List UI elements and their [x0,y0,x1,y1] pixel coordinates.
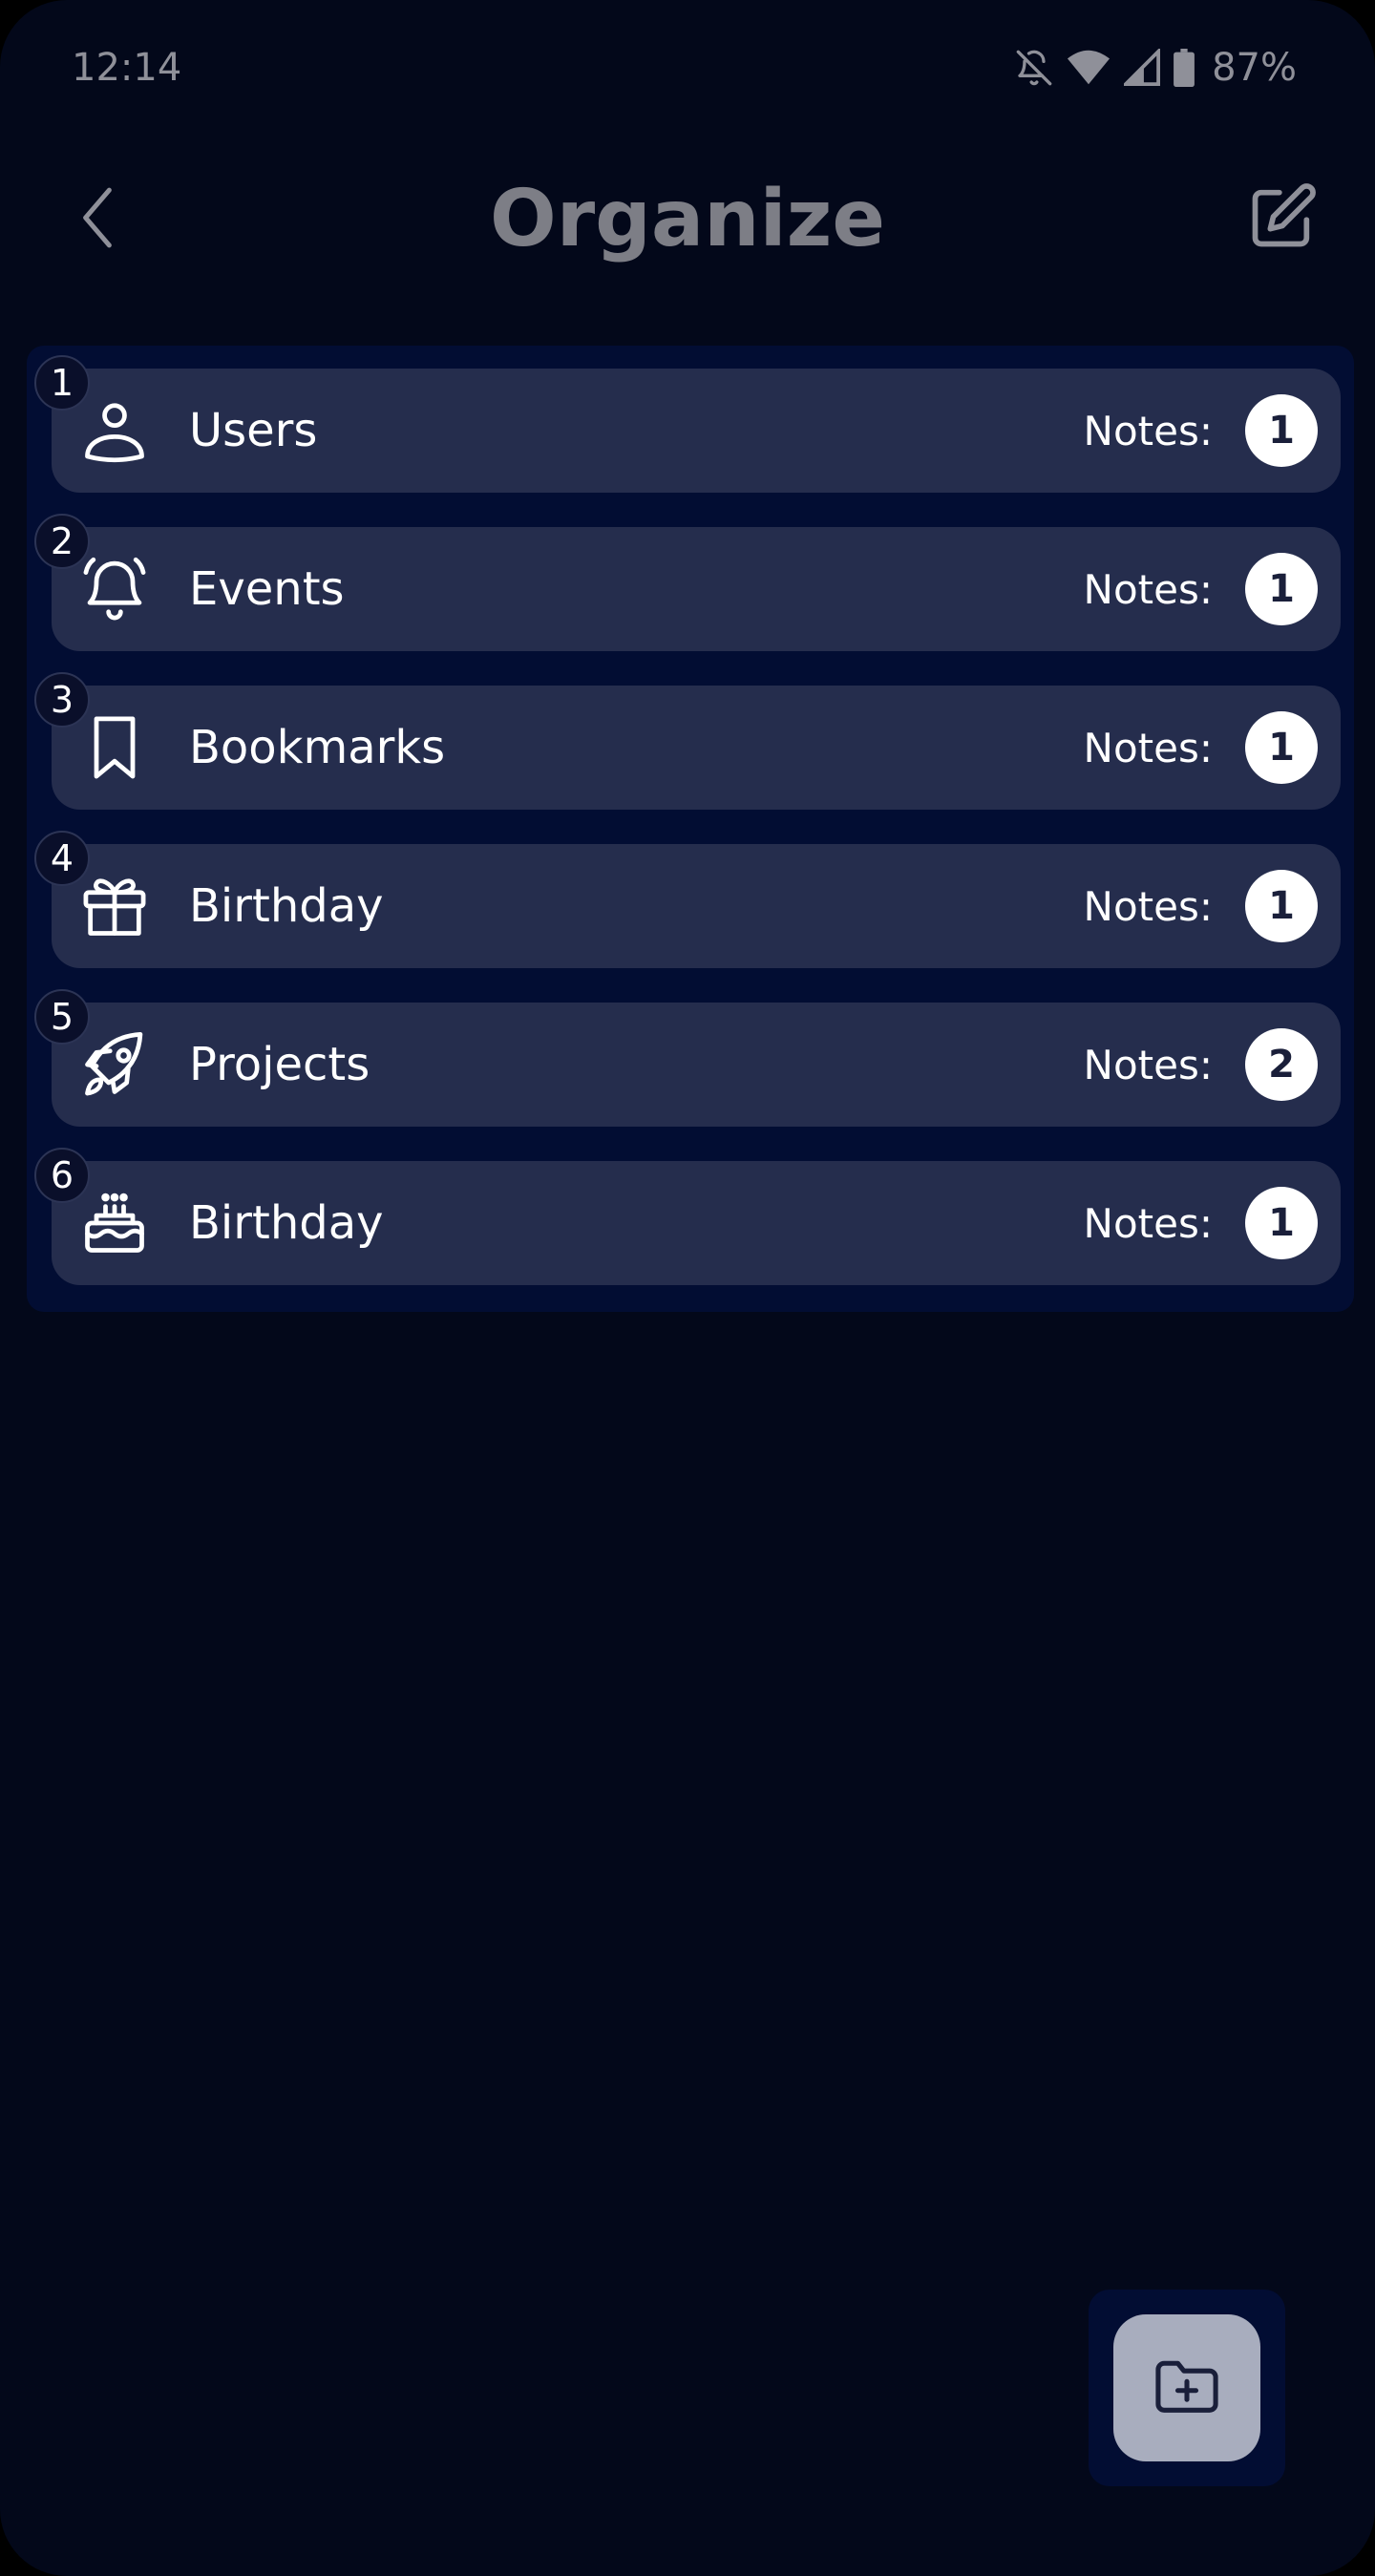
bell-icon [78,553,151,625]
list-item-bookmarks[interactable]: 3 Bookmarks Notes: 1 [34,672,1341,810]
wifi-icon [1067,49,1111,87]
edit-icon [1246,180,1319,258]
status-bar: 12:14 87% [0,0,1375,134]
rocket-icon [78,1028,151,1101]
gift-icon [78,870,151,942]
battery-percent: 87% [1212,46,1297,90]
fab-container [1089,2290,1285,2486]
notes-count-badge: 1 [1245,1187,1318,1259]
notes-count-badge: 1 [1245,394,1318,467]
list-item-birthday-cake[interactable]: 6 Birthday Notes: 1 [34,1148,1341,1285]
user-icon [78,394,151,467]
add-folder-button[interactable] [1113,2314,1260,2461]
category-list: 1 Users Notes: 1 2 Events Notes: 1 3 Boo… [27,346,1354,1312]
list-item-projects[interactable]: 5 Projects Notes: 2 [34,989,1341,1127]
notes-label: Notes: [1083,1041,1213,1088]
bookmark-icon [78,711,151,784]
status-time: 12:14 [72,46,182,90]
notifications-off-icon [1015,49,1053,87]
edit-button[interactable] [1239,176,1325,262]
notes-label: Notes: [1083,882,1213,930]
page-title: Organize [489,174,885,264]
item-label: Bookmarks [189,721,446,774]
item-label: Birthday [189,879,384,933]
signal-icon [1124,49,1161,87]
notes-count-badge: 1 [1245,870,1318,942]
folder-add-icon [1151,2350,1223,2427]
notes-count-badge: 1 [1245,711,1318,784]
item-label: Birthday [189,1196,384,1250]
item-label: Events [189,562,345,616]
notes-count-badge: 1 [1245,553,1318,625]
notes-count-badge: 2 [1245,1028,1318,1101]
item-label: Projects [189,1038,370,1091]
app-bar: Organize [0,153,1375,286]
battery-icon [1174,49,1195,87]
notes-label: Notes: [1083,724,1213,771]
list-item-events[interactable]: 2 Events Notes: 1 [34,514,1341,651]
cake-icon [78,1187,151,1259]
list-item-birthday-gift[interactable]: 4 Birthday Notes: 1 [34,831,1341,968]
item-label: Users [189,404,318,457]
screen: 12:14 87% Organize 1 Users Notes: 1 2 Ev… [0,0,1375,2576]
notes-label: Notes: [1083,407,1213,454]
notes-label: Notes: [1083,565,1213,613]
status-icons: 87% [1015,44,1297,92]
notes-label: Notes: [1083,1199,1213,1247]
list-item-users[interactable]: 1 Users Notes: 1 [34,355,1341,493]
